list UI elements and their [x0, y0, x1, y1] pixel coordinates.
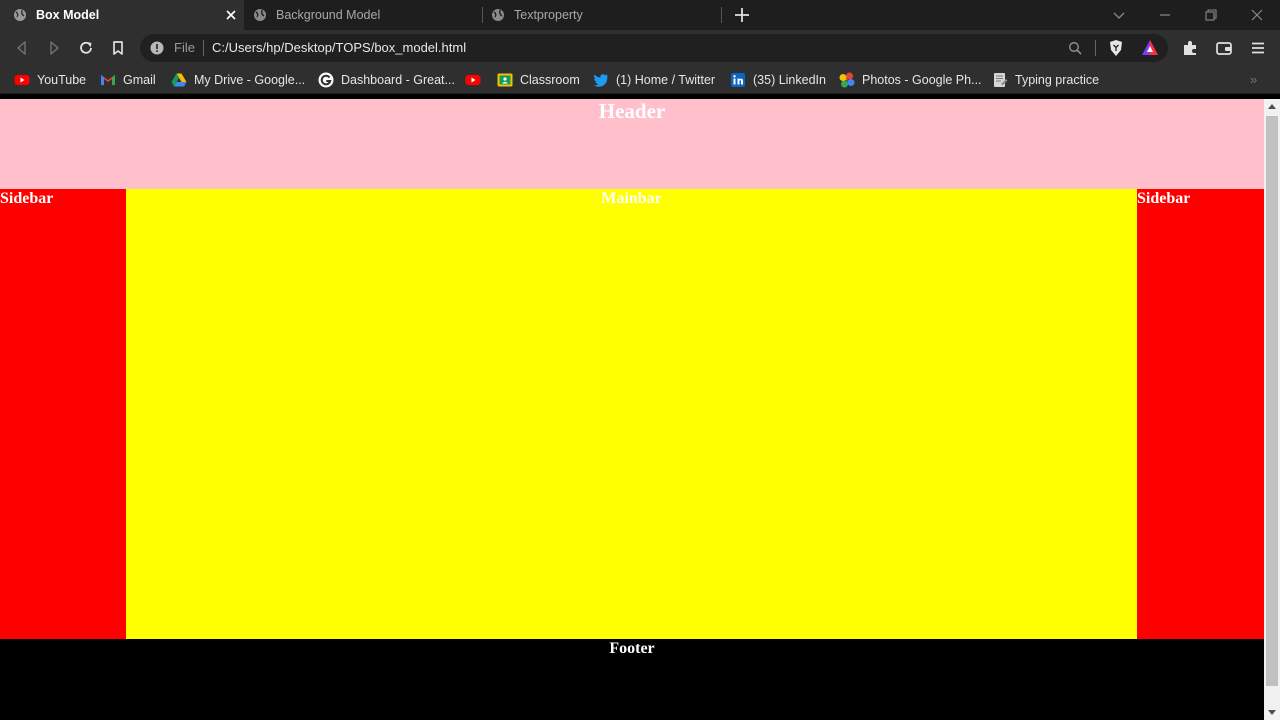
- google-drive-icon: [171, 73, 187, 87]
- sidebar-right: Sidebar: [1137, 189, 1264, 639]
- bookmark-great-learning[interactable]: Dashboard - Great...: [318, 71, 455, 89]
- bookmark-twitter[interactable]: (1) Home / Twitter: [593, 71, 715, 89]
- header-heading: Header: [598, 99, 666, 123]
- twitter-icon: [593, 74, 608, 87]
- bookmark-label: Typing practice: [1015, 73, 1100, 87]
- address-bar[interactable]: File C:/Users/hp/Desktop/TOPS/box_model.…: [140, 34, 1168, 62]
- info-icon[interactable]: [150, 41, 164, 55]
- bookmark-icon[interactable]: [109, 39, 127, 57]
- address-divider: [1095, 40, 1096, 56]
- bookmark-label: YouTube: [37, 73, 87, 87]
- tab-background-model[interactable]: Background Model: [244, 0, 482, 30]
- globe-icon: [14, 9, 26, 21]
- extensions-puzzle-icon[interactable]: [1181, 39, 1199, 57]
- mainbar-heading: Mainbar: [601, 190, 662, 207]
- tab-label: Textproperty: [514, 8, 583, 22]
- page-viewport: Header Sidebar Mainbar Sidebar Footer: [0, 99, 1264, 720]
- back-icon[interactable]: [13, 39, 31, 57]
- bookmark-google-photos[interactable]: Photos - Google Ph...: [839, 71, 982, 89]
- google-classroom-icon: [497, 73, 513, 87]
- bookmark-label: My Drive - Google...: [194, 73, 306, 87]
- google-photos-icon: [839, 72, 855, 88]
- bookmark-google-drive[interactable]: My Drive - Google...: [171, 71, 305, 89]
- reload-icon[interactable]: [77, 39, 95, 57]
- zoom-icon[interactable]: [1068, 41, 1082, 55]
- bookmark-gmail[interactable]: Gmail: [100, 71, 156, 89]
- bookmark-label: (1) Home / Twitter: [616, 73, 716, 87]
- address-divider: [203, 40, 204, 56]
- youtube-icon: [14, 75, 30, 85]
- scrollbar-thumb[interactable]: [1266, 116, 1278, 686]
- sidebar-right-heading: Sidebar: [1137, 190, 1191, 207]
- linkedin-icon: [731, 73, 745, 87]
- close-window-icon[interactable]: [1249, 7, 1265, 23]
- scroll-down-arrow-icon[interactable]: [1268, 710, 1276, 715]
- tab-box-model[interactable]: Box Model: [0, 0, 244, 30]
- bookmark-classroom[interactable]: Classroom: [497, 71, 580, 89]
- bookmark-label: Photos - Google Ph...: [862, 73, 982, 87]
- brave-shields-icon[interactable]: [1108, 39, 1124, 57]
- bookmark-typing-practice[interactable]: Typing practice: [992, 71, 1099, 89]
- page-footer: Footer: [0, 639, 1264, 720]
- security-label: File: [174, 40, 195, 55]
- tab-label: Background Model: [276, 8, 381, 22]
- youtube-icon: [465, 75, 481, 85]
- bookmark-youtube[interactable]: YouTube: [14, 71, 86, 89]
- menu-hamburger-icon[interactable]: [1249, 39, 1267, 57]
- footer-heading: Footer: [609, 640, 655, 657]
- url-text[interactable]: C:/Users/hp/Desktop/TOPS/box_model.html: [212, 40, 466, 55]
- vertical-scrollbar[interactable]: [1264, 99, 1280, 720]
- wallet-icon[interactable]: [1215, 39, 1233, 57]
- tab-separator: [721, 7, 722, 23]
- brave-rewards-icon[interactable]: [1141, 39, 1159, 56]
- tab-strip: Box Model Background Model Textproperty: [0, 0, 1280, 30]
- sidebar-left-heading: Sidebar: [0, 190, 54, 207]
- tab-textproperty[interactable]: Textproperty: [483, 0, 721, 30]
- great-learning-icon: [318, 72, 334, 88]
- globe-icon: [492, 9, 504, 21]
- browser-toolbar: File C:/Users/hp/Desktop/TOPS/box_model.…: [0, 30, 1280, 66]
- restore-icon[interactable]: [1203, 7, 1219, 23]
- typing-icon: [994, 73, 1008, 87]
- scroll-up-arrow-icon[interactable]: [1268, 104, 1276, 109]
- minimize-icon[interactable]: [1157, 7, 1173, 23]
- bookmark-label: Gmail: [123, 73, 156, 87]
- gmail-icon: [101, 75, 115, 85]
- bookmarks-bar: YouTube Gmail My Drive - Google... Dashb…: [0, 66, 1280, 94]
- bookmark-label: (35) LinkedIn: [753, 73, 826, 87]
- page-header: Header: [0, 99, 1264, 189]
- more-bookmarks-chevron-icon[interactable]: »: [1250, 72, 1257, 87]
- mainbar: Mainbar: [126, 189, 1137, 639]
- globe-icon: [254, 9, 266, 21]
- bookmark-label: Dashboard - Great...: [341, 73, 455, 87]
- close-icon[interactable]: [224, 8, 238, 22]
- bookmark-linkedin[interactable]: (35) LinkedIn: [730, 71, 826, 89]
- tab-search-chevron-icon[interactable]: [1111, 7, 1127, 23]
- new-tab-plus-icon[interactable]: [733, 6, 751, 24]
- bookmark-youtube-2[interactable]: [465, 71, 488, 89]
- forward-icon[interactable]: [45, 39, 63, 57]
- sidebar-left: Sidebar: [0, 189, 126, 639]
- tab-label: Box Model: [36, 8, 100, 22]
- bookmark-label: Classroom: [520, 73, 580, 87]
